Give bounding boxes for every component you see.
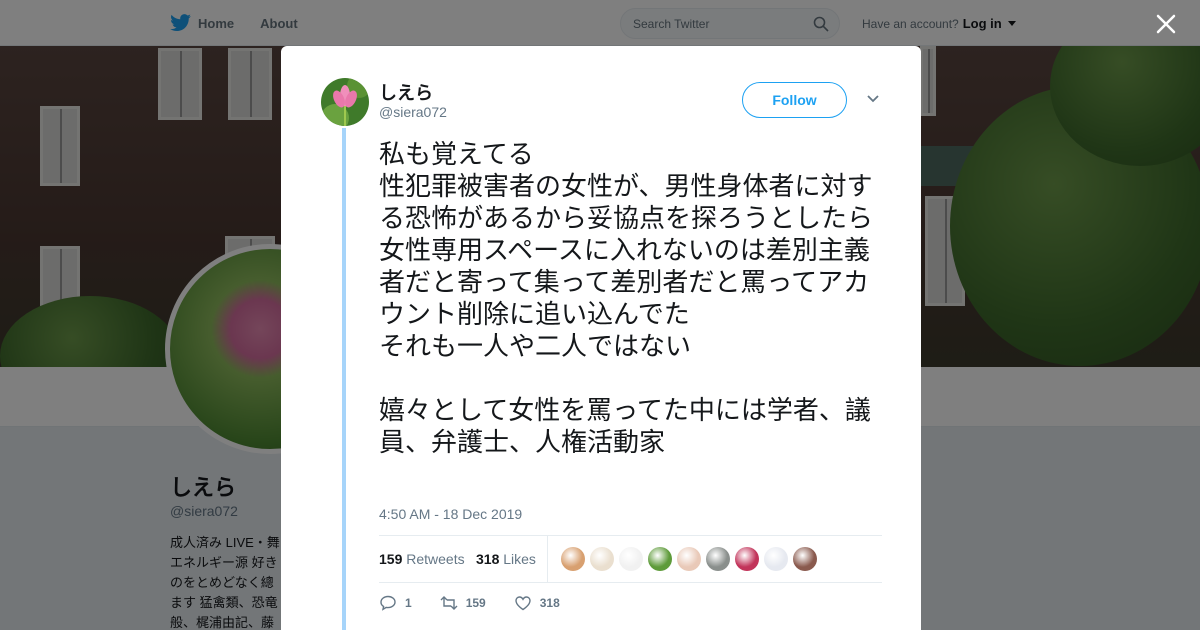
close-icon[interactable]	[1154, 12, 1178, 36]
liker-avatar[interactable]	[677, 547, 701, 571]
liker-avatar[interactable]	[590, 547, 614, 571]
retweets-stat[interactable]: 159 Retweets	[379, 551, 465, 567]
lotus-avatar-icon	[321, 78, 369, 126]
stats-divider	[547, 536, 548, 583]
tweet-timestamp[interactable]: 4:50 AM - 18 Dec 2019	[379, 506, 522, 522]
like-count: 318	[539, 596, 560, 610]
heart-icon	[515, 596, 531, 611]
retweet-button[interactable]: 159	[440, 594, 486, 612]
liker-avatar[interactable]	[735, 547, 759, 571]
liker-avatars	[561, 547, 817, 571]
tweet-actions: 1 159 318	[379, 594, 588, 612]
chevron-down-icon[interactable]	[866, 94, 880, 104]
retweets-count: 159	[379, 551, 403, 567]
liker-avatar[interactable]	[793, 547, 817, 571]
reply-count: 1	[405, 596, 412, 610]
thread-line	[342, 128, 346, 630]
retweet-count: 159	[465, 596, 486, 610]
liker-avatar[interactable]	[619, 547, 643, 571]
tweet-modal: しえら @siera072 Follow 私も覚えてる 性犯罪被害者の女性が、男…	[281, 46, 921, 630]
liker-avatar[interactable]	[706, 547, 730, 571]
likes-label: Likes	[503, 551, 536, 567]
likes-stat[interactable]: 318 Likes	[476, 551, 536, 567]
like-button[interactable]: 318	[514, 594, 560, 612]
tweet-author-handle[interactable]: @siera072	[379, 104, 447, 120]
follow-button[interactable]: Follow	[742, 82, 847, 118]
liker-avatar[interactable]	[561, 547, 585, 571]
reply-icon	[380, 595, 396, 611]
tweet-stats: 159 Retweets 318 Likes	[379, 535, 882, 583]
reply-button[interactable]: 1	[379, 594, 412, 612]
liker-avatar[interactable]	[648, 547, 672, 571]
tweet-author-avatar[interactable]	[321, 78, 369, 126]
liker-avatar[interactable]	[764, 547, 788, 571]
retweets-label: Retweets	[406, 551, 465, 567]
tweet-text: 私も覚えてる 性犯罪被害者の女性が、男性身体者に対する恐怖があるから妥協点を探ろ…	[379, 140, 874, 458]
tweet-author-name[interactable]: しえら	[379, 79, 433, 105]
retweet-icon	[440, 596, 458, 610]
likes-count: 318	[476, 551, 500, 567]
